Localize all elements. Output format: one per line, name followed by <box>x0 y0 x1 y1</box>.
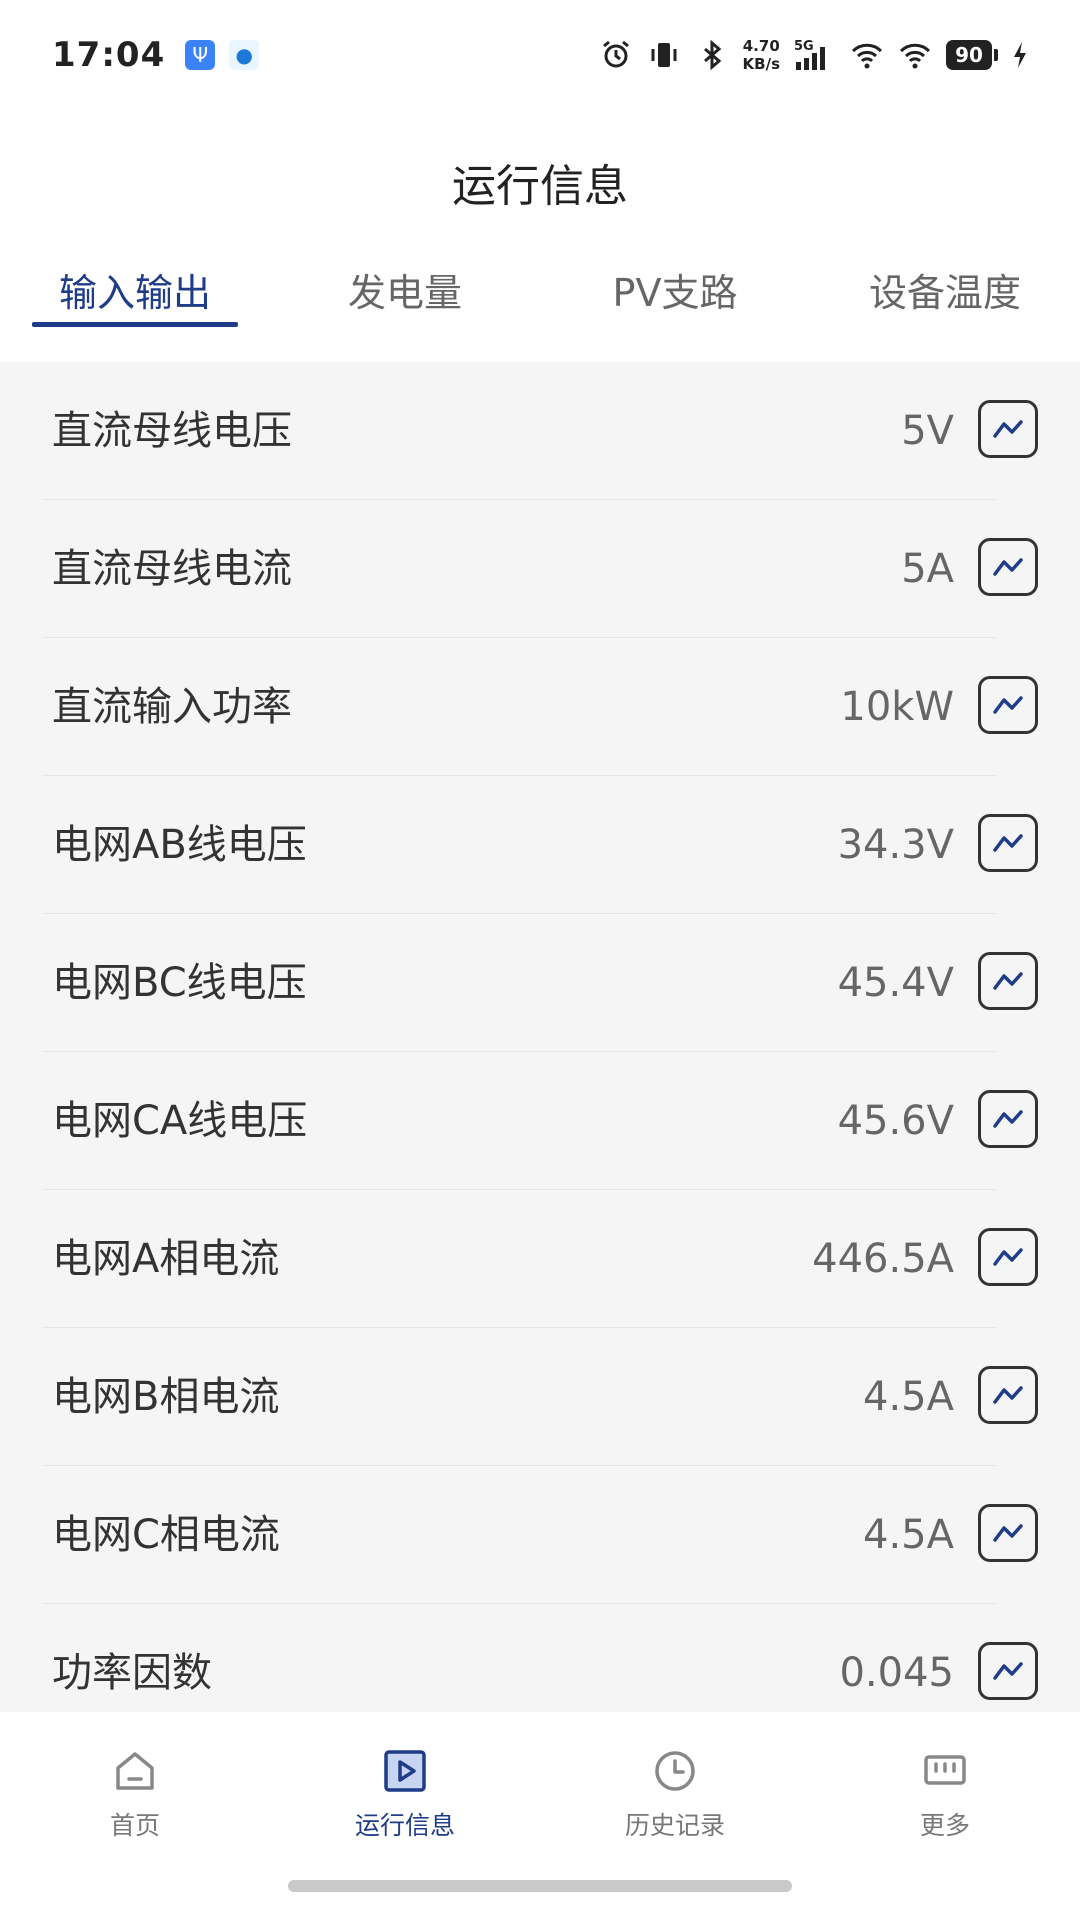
charging-icon <box>1012 38 1028 72</box>
play-square-icon <box>384 1750 426 1792</box>
item-label: 直流输入功率 <box>52 684 292 730</box>
page-title: 运行信息 <box>452 161 628 212</box>
home-indicator-bar[interactable] <box>288 1880 792 1892</box>
alarm-icon <box>599 38 633 72</box>
more-grid-icon <box>924 1755 966 1785</box>
item-value: 45.6V <box>837 1098 954 1144</box>
item-value: 10kW <box>840 684 954 730</box>
item-value: 5V <box>901 408 954 454</box>
nav-run-info-label: 运行信息 <box>354 1811 455 1840</box>
cellular-signal-icon: 5G <box>794 38 836 72</box>
usb-notification-icon: Ψ <box>185 40 216 70</box>
tab-generation[interactable]: 发电量 <box>270 258 540 328</box>
list-item: 功率因数 0.045 <box>0 1604 1080 1712</box>
list-item: 直流输入功率 10kW <box>0 638 1080 776</box>
home-icon <box>116 1752 154 1790</box>
wifi-plus-icon <box>850 38 884 72</box>
item-value: 446.5A <box>812 1236 954 1282</box>
info-list[interactable]: 直流母线电压 5V 直流母线电流 5A 直流输入功率 10kW 电网AB线电压 … <box>0 362 1080 1712</box>
nav-run-info[interactable]: 运行信息 <box>270 1746 540 1842</box>
list-item: 电网BC线电压 45.4V <box>0 914 1080 1052</box>
active-tab-indicator <box>32 322 238 327</box>
item-label: 电网A相电流 <box>52 1236 280 1282</box>
item-label: 电网B相电流 <box>52 1374 280 1420</box>
battery-indicator: 90 <box>946 40 998 70</box>
trend-chart-icon[interactable] <box>978 538 1038 596</box>
status-bar: 17:04 Ψ ● 4.70 KB/s 5G 90 <box>0 0 1080 110</box>
app-notification-icon: ● <box>229 40 260 70</box>
list-item: 电网C相电流 4.5A <box>0 1466 1080 1604</box>
battery-level: 90 <box>946 40 992 70</box>
tab-device-temperature[interactable]: 设备温度 <box>810 258 1080 328</box>
item-label: 直流母线电压 <box>52 408 292 454</box>
item-label: 电网AB线电压 <box>52 822 307 868</box>
item-value: 0.045 <box>839 1650 954 1696</box>
svg-text:5G: 5G <box>794 39 814 54</box>
vibrate-icon <box>647 38 681 72</box>
tab-bar: 输入输出 发电量 PV支路 设备温度 <box>0 258 1080 328</box>
nav-more[interactable]: 更多 <box>810 1746 1080 1842</box>
list-item: 电网A相电流 446.5A <box>0 1190 1080 1328</box>
item-value: 4.5A <box>863 1374 954 1420</box>
trend-chart-icon[interactable] <box>978 1090 1038 1148</box>
status-time: 17:04 <box>52 35 166 75</box>
item-value: 34.3V <box>837 822 954 868</box>
trend-chart-icon[interactable] <box>978 1504 1038 1562</box>
list-item: 电网B相电流 4.5A <box>0 1328 1080 1466</box>
trend-chart-icon[interactable] <box>978 1642 1038 1700</box>
nav-history-label: 历史记录 <box>624 1811 725 1840</box>
tab-input-output[interactable]: 输入输出 <box>0 258 270 328</box>
trend-chart-icon[interactable] <box>978 1366 1038 1424</box>
item-label: 电网BC线电压 <box>52 960 307 1006</box>
item-label: 直流母线电流 <box>52 546 292 592</box>
wifi-icon <box>898 38 932 72</box>
trend-chart-icon[interactable] <box>978 952 1038 1010</box>
nav-home[interactable]: 首页 <box>0 1746 270 1842</box>
trend-chart-icon[interactable] <box>978 814 1038 872</box>
nav-more-label: 更多 <box>919 1811 970 1840</box>
trend-chart-icon[interactable] <box>978 400 1038 458</box>
item-value: 4.5A <box>863 1512 954 1558</box>
trend-chart-icon[interactable] <box>978 676 1038 734</box>
item-value: 5A <box>901 546 954 592</box>
list-item: 电网AB线电压 34.3V <box>0 776 1080 914</box>
clock-icon <box>655 1751 695 1791</box>
nav-home-label: 首页 <box>109 1811 160 1840</box>
item-label: 功率因数 <box>52 1650 212 1696</box>
bluetooth-icon <box>695 38 729 72</box>
nav-history[interactable]: 历史记录 <box>540 1746 810 1842</box>
net-speed: 4.70 KB/s <box>742 37 780 73</box>
list-item: 电网CA线电压 45.6V <box>0 1052 1080 1190</box>
list-item: 直流母线电压 5V <box>0 362 1080 500</box>
tab-pv-string[interactable]: PV支路 <box>540 258 810 328</box>
item-label: 电网C相电流 <box>52 1512 280 1558</box>
item-value: 45.4V <box>837 960 954 1006</box>
list-item: 直流母线电流 5A <box>0 500 1080 638</box>
trend-chart-icon[interactable] <box>978 1228 1038 1286</box>
item-label: 电网CA线电压 <box>52 1098 308 1144</box>
